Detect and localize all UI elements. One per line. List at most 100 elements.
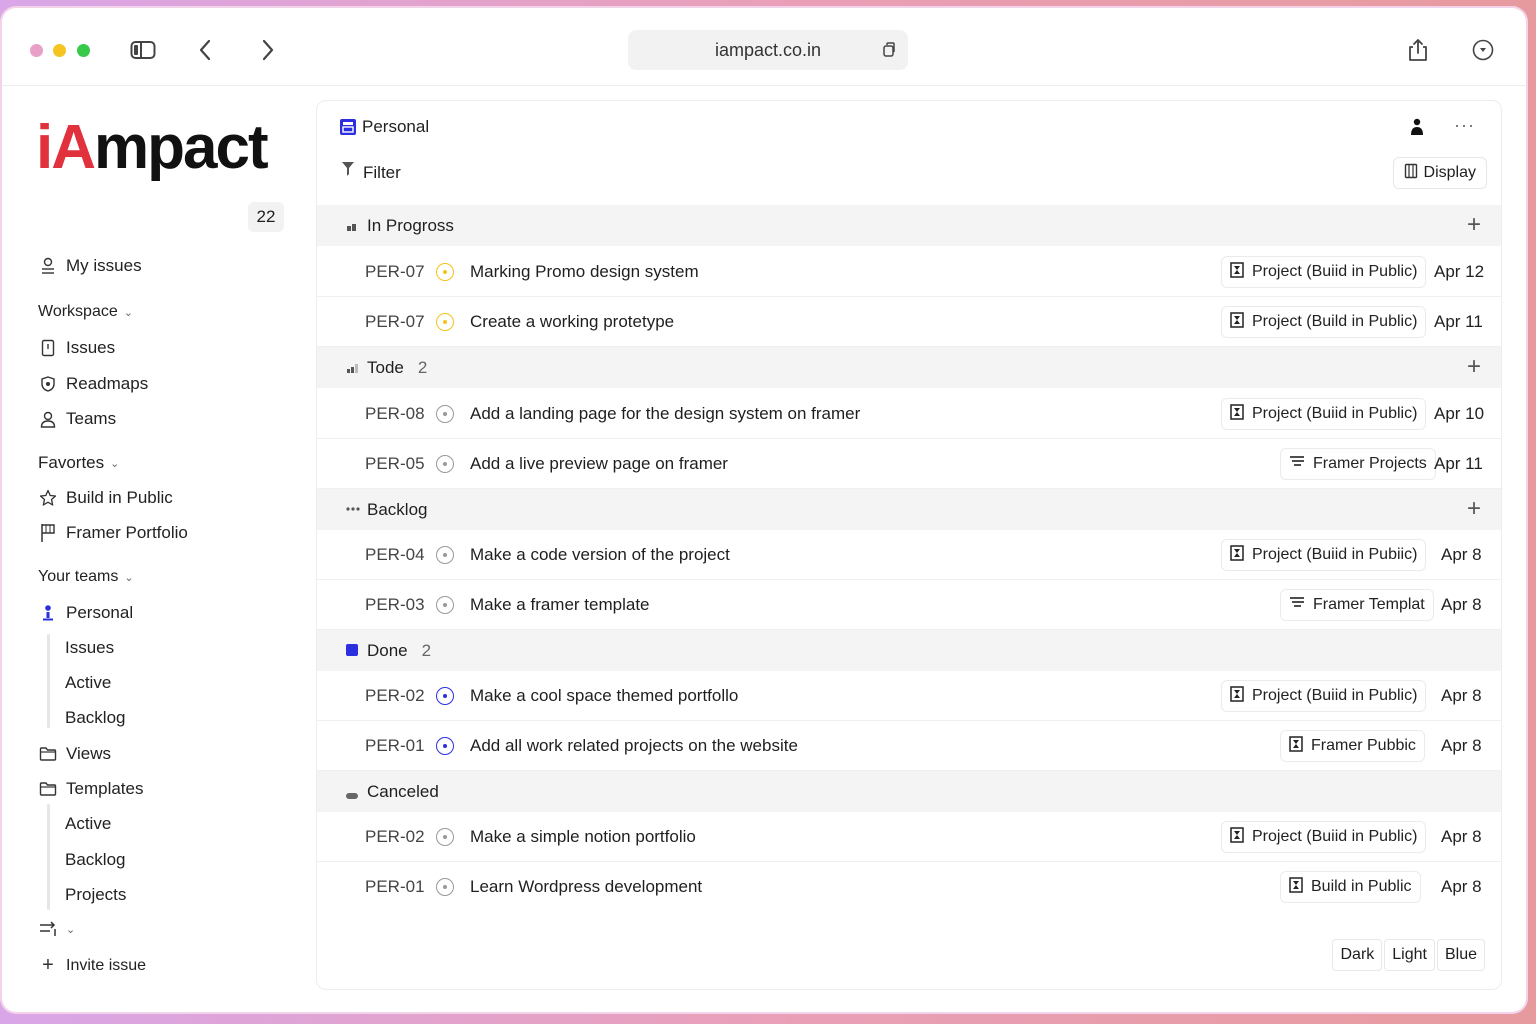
project-chip[interactable]: Project (Buiid in Public) [1221,256,1427,288]
issue-row[interactable]: PER-02 Make a cool space themed portfoll… [317,671,1501,721]
group-header-done[interactable]: Done 2 [317,630,1501,671]
sidebar-item-team-backlog[interactable]: Backlog [65,708,125,728]
display-button[interactable]: Display [1392,157,1487,189]
status-backlog-icon[interactable] [436,596,454,614]
back-icon[interactable] [192,38,218,62]
app-logo[interactable]: iAmpact [36,112,269,183]
issue-row[interactable]: PER-04 Make a code version of the projec… [317,530,1501,580]
issue-id: PER-02 [365,686,425,705]
address-bar[interactable]: iampact.co.in [628,30,908,70]
favorites-section-toggle[interactable]: Favortes ⌄ [38,453,119,473]
project-chip[interactable]: Framer Projects [1280,448,1436,480]
person-icon [38,604,58,622]
project-chip[interactable]: Project (Buiid in Public) [1221,821,1427,853]
project-chip[interactable]: Project (Buiid in Public) [1221,680,1427,712]
maximize-window-button[interactable] [77,44,90,57]
add-issue-icon[interactable]: + [1467,495,1481,523]
your-teams-section-toggle[interactable]: Your teams ⌄ [38,568,134,586]
project-icon [1230,685,1244,707]
list-icon [1289,596,1305,615]
notification-count-badge[interactable]: 22 [248,202,284,232]
invite-issue-button[interactable]: + Invite issue [38,954,146,977]
status-todo-icon[interactable] [436,405,454,423]
issue-title: Make a framer template [470,595,650,614]
group-header-todo[interactable]: Tode 2 + [317,347,1501,388]
status-canceled-icon[interactable] [436,828,454,846]
add-issue-icon[interactable]: + [1467,211,1481,239]
project-chip[interactable]: Project (Buiid in Pubiic) [1221,539,1427,571]
issue-row[interactable]: PER-01 Learn Wordpress development Build… [317,862,1501,912]
sidebar-item-teams[interactable]: Teams [38,409,116,429]
filter-button[interactable]: Filter [341,161,401,183]
issue-row[interactable]: PER-03 Make a framer template Framer Tem… [317,580,1501,630]
project-chip[interactable]: Build in Public [1280,871,1421,903]
sidebar-item-templates[interactable]: Templates [38,779,143,799]
project-chip[interactable]: Project (Buiid in Public) [1221,398,1427,430]
sidebar-item-team-personal[interactable]: Personal [38,603,133,623]
done-status-icon [345,642,359,662]
add-issue-icon[interactable]: + [1467,353,1481,381]
group-label: Canceled [367,782,439,801]
theme-dark-button[interactable]: Dark [1332,939,1383,971]
theme-blue-button[interactable]: Blue [1436,939,1485,971]
status-done-icon[interactable] [436,737,454,755]
sidebar-item-templates-backlog[interactable]: Backlog [65,850,125,870]
status-todo-icon[interactable] [436,455,454,473]
sidebar-item-label: Teams [66,409,117,428]
sidebar-item-build-in-public[interactable]: Build in Public [38,488,173,508]
due-date: Apr 8 [1441,686,1482,705]
issue-row[interactable]: PER-08 Add a landing page for the design… [317,389,1501,439]
sidebar-item-label: Issues [66,338,116,357]
sidebar-item-team-active[interactable]: Active [65,673,111,693]
group-header-canceled[interactable]: Canceled [317,771,1501,812]
more-options-icon[interactable]: ··· [1454,115,1475,136]
sidebar-item-team-issues[interactable]: Issues [65,638,114,658]
project-chip[interactable]: Framer Pubbic [1280,730,1425,762]
issue-row[interactable]: PER-07 Create a working protetype Projec… [317,297,1501,347]
close-window-button[interactable] [30,44,43,57]
sidebar: iAmpact 22 My issues Workspace ⌄ Issues … [2,86,314,1012]
copy-link-icon[interactable] [882,42,896,63]
issue-row[interactable]: PER-02 Make a simple notion portfolio Pr… [317,812,1501,862]
sidebar-item-framer-portfolio[interactable]: Framer Portfolio [38,523,188,543]
status-backlog-icon[interactable] [436,546,454,564]
project-chip[interactable]: Project (Build in Public) [1221,306,1427,338]
issue-title: Create a working protetype [470,312,675,331]
sidebar-item-my-issues[interactable]: My issues [38,256,142,276]
theme-light-button[interactable]: Light [1384,939,1435,971]
issue-row[interactable]: PER-07 Marking Promo design system Proje… [317,247,1501,297]
status-done-icon[interactable] [436,687,454,705]
status-canceled-icon[interactable] [436,878,454,896]
sidebar-item-templates-active[interactable]: Active [65,814,111,834]
project-icon [1230,311,1244,333]
workspace-section-toggle[interactable]: Workspace ⌄ [38,303,133,321]
share-icon[interactable] [1405,38,1431,62]
chevron-down-icon: ⌄ [110,457,120,470]
star-icon [38,489,58,507]
sidebar-item-issues[interactable]: Issues [38,338,115,358]
sidebar-item-label: Active [65,673,112,692]
issue-id: PER-07 [365,262,425,281]
project-chip[interactable]: Framer Templat [1280,589,1434,621]
issue-row[interactable]: PER-05 Add a live preview page on framer… [317,439,1501,489]
sidebar-toggle-icon[interactable] [130,38,156,62]
chevron-down-icon: ⌄ [123,306,133,319]
sidebar-item-templates-projects[interactable]: Projects [65,885,126,905]
assignee-icon[interactable] [1409,117,1425,142]
issue-row[interactable]: PER-01 Add all work related projects on … [317,721,1501,771]
sidebar-item-roadmaps[interactable]: Readmaps [38,374,148,394]
more-options-toggle[interactable]: ⌄ [38,921,75,937]
sidebar-item-views[interactable]: Views [38,744,111,764]
extensions-icon[interactable] [1470,38,1496,62]
issue-id: PER-08 [365,404,425,423]
project-icon [1230,403,1244,425]
status-in-progress-icon[interactable] [436,263,454,281]
group-header-backlog[interactable]: Backlog + [317,489,1501,530]
in-progress-status-icon [345,218,359,238]
sidebar-item-label: Issues [65,638,115,657]
forward-icon[interactable] [255,38,281,62]
teams-icon [38,410,58,428]
minimize-window-button[interactable] [53,44,66,57]
status-in-progress-icon[interactable] [436,313,454,331]
group-header-in-progress[interactable]: In Progross + [317,205,1501,246]
